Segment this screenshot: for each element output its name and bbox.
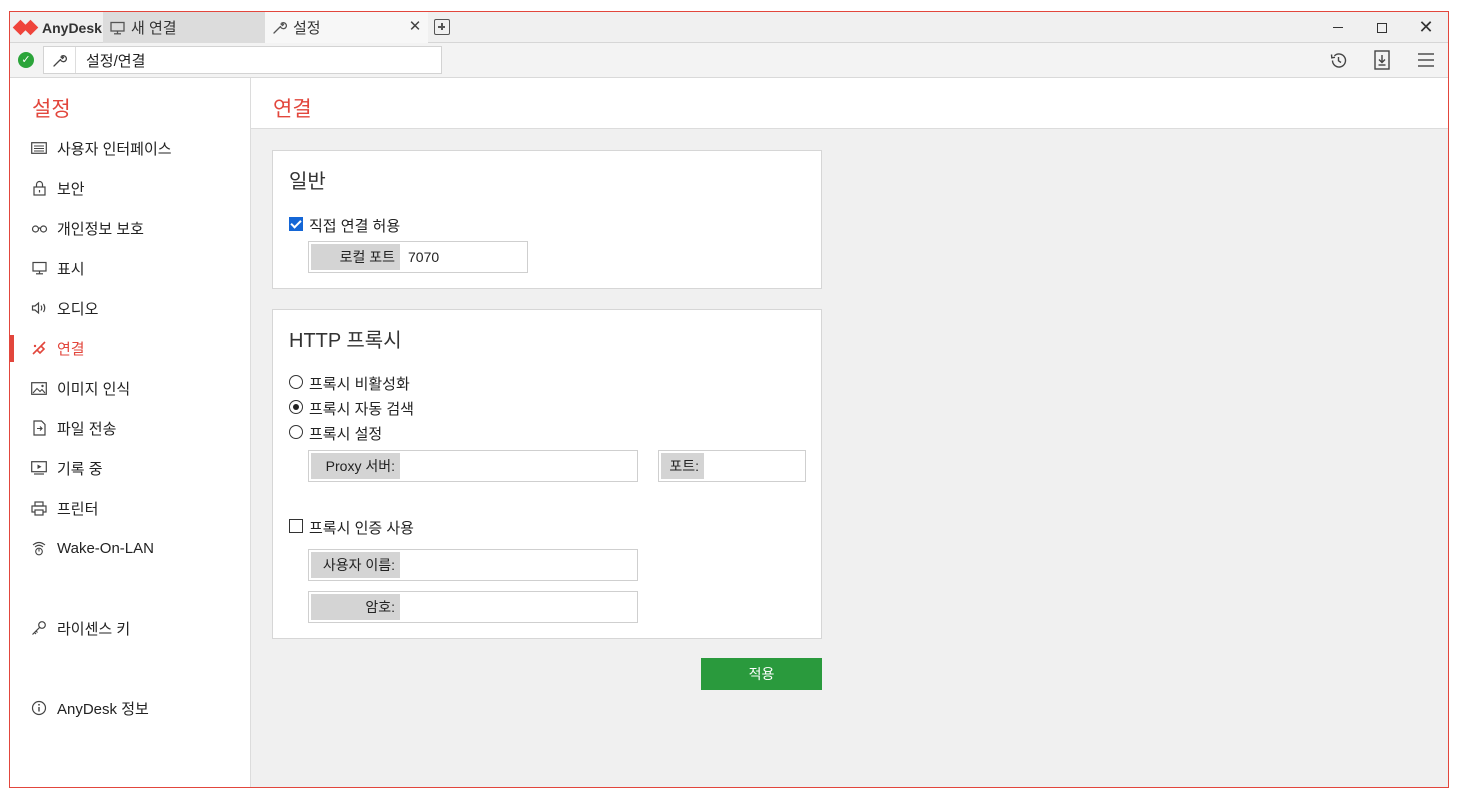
sidebar-item-license-key[interactable]: 라이센스 키 <box>10 613 250 643</box>
username-field[interactable]: 사용자 이름: <box>308 549 638 581</box>
sidebar-item-about[interactable]: AnyDesk 정보 <box>10 693 250 723</box>
image-icon <box>30 379 48 397</box>
proxy-auto-detect-label: 프록시 자동 검색 <box>309 401 414 418</box>
wrench-icon <box>44 47 76 73</box>
settings-sidebar: 설정 사용자 인터페이스 보안 개인정보 보호 표시 오디오 연결 이미지 인식 <box>10 78 251 787</box>
maximize-icon <box>1377 22 1387 33</box>
tab-label: 설정 <box>293 20 321 37</box>
speaker-icon <box>30 299 48 317</box>
add-tab-icon[interactable] <box>434 19 450 35</box>
proxy-server-field[interactable]: Proxy 서버: <box>308 450 638 482</box>
sidebar-title: 설정 <box>32 98 71 121</box>
sidebar-item-wake-on-lan[interactable]: Wake-On-LAN <box>10 533 250 563</box>
sidebar-item-label: 오디오 <box>57 300 99 318</box>
proxy-disabled-label: 프록시 비활성화 <box>309 376 410 393</box>
close-window-button[interactable]: ✕ <box>1404 12 1448 43</box>
sidebar-item-label: 연결 <box>57 340 85 358</box>
proxy-port-label: 포트: <box>661 453 704 479</box>
address-input[interactable]: 설정/연결 <box>43 46 442 74</box>
tab-label: 새 연결 <box>131 20 177 37</box>
lock-icon <box>30 179 48 197</box>
proxy-server-label: Proxy 서버: <box>311 453 400 479</box>
address-bar: ✓ 설정/연결 <box>10 43 1448 78</box>
sidebar-item-image-recognition[interactable]: 이미지 인식 <box>10 373 250 403</box>
monitor-icon <box>109 20 125 36</box>
sidebar-item-recording[interactable]: 기록 중 <box>10 453 250 483</box>
glasses-icon <box>30 219 48 237</box>
sidebar-item-label: 이미지 인식 <box>57 380 131 398</box>
anydesk-logo-icon <box>12 18 40 38</box>
sidebar-item-label: 사용자 인터페이스 <box>57 140 172 158</box>
general-title: 일반 <box>289 171 326 193</box>
proxy-auth-label: 프록시 인증 사용 <box>309 520 414 537</box>
direct-connection-checkbox[interactable] <box>289 217 303 231</box>
proxy-title: HTTP 프록시 <box>289 330 402 352</box>
info-icon <box>30 699 48 717</box>
file-transfer-icon <box>30 419 48 437</box>
local-port-field[interactable]: 로컬 포트 7070 <box>308 241 528 273</box>
anydesk-window: AnyDesk 새 연결 설정 ✕ ✕ ✓ 설정/연결 설정 사용자 인터페이스… <box>9 11 1449 788</box>
sidebar-item-security[interactable]: 보안 <box>10 173 250 203</box>
tab-settings[interactable]: 설정 ✕ <box>265 12 428 43</box>
settings-content: 연결 일반 직접 연결 허용 로컬 포트 7070 HTTP 프록시 프록시 비… <box>251 78 1448 787</box>
page-title: 연결 <box>273 98 312 121</box>
app-brand: AnyDesk <box>12 12 102 43</box>
title-bar: AnyDesk 새 연결 설정 ✕ ✕ <box>10 12 1448 43</box>
proxy-port-field[interactable]: 포트: <box>658 450 806 482</box>
minimize-button[interactable] <box>1316 12 1360 43</box>
sidebar-item-label: Wake-On-LAN <box>57 539 154 557</box>
sidebar-item-label: 개인정보 보호 <box>57 220 144 238</box>
local-port-value: 7070 <box>408 249 440 265</box>
connection-icon <box>30 339 48 357</box>
sidebar-item-printer[interactable]: 프린터 <box>10 493 250 523</box>
apply-button[interactable]: 적용 <box>701 658 822 690</box>
proxy-auto-detect-radio[interactable] <box>289 400 303 414</box>
password-label: 암호: <box>311 594 400 620</box>
download-icon[interactable] <box>1372 50 1392 70</box>
menu-icon[interactable] <box>1416 50 1436 70</box>
sidebar-item-label: 표시 <box>57 260 85 278</box>
http-proxy-panel: HTTP 프록시 프록시 비활성화 프록시 자동 검색 프록시 설정 Proxy… <box>272 309 822 639</box>
tab-new-connection[interactable]: 새 연결 <box>103 12 265 43</box>
proxy-manual-radio[interactable] <box>289 425 303 439</box>
content-header: 연결 <box>251 78 1448 129</box>
address-path: 설정/연결 <box>86 52 146 70</box>
proxy-auth-checkbox[interactable] <box>289 519 303 533</box>
printer-icon <box>30 499 48 517</box>
keyboard-icon <box>30 139 48 157</box>
history-icon[interactable] <box>1328 50 1348 70</box>
general-panel: 일반 직접 연결 허용 로컬 포트 7070 <box>272 150 822 289</box>
proxy-disabled-radio[interactable] <box>289 375 303 389</box>
close-tab-icon[interactable]: ✕ <box>408 19 422 35</box>
sidebar-item-connection[interactable]: 연결 <box>10 333 250 363</box>
username-label: 사용자 이름: <box>311 552 400 578</box>
local-port-label: 로컬 포트 <box>311 244 400 270</box>
sidebar-item-audio[interactable]: 오디오 <box>10 293 250 323</box>
wrench-icon <box>271 20 287 36</box>
monitor-icon <box>30 259 48 277</box>
proxy-manual-label: 프록시 설정 <box>309 426 383 443</box>
key-icon <box>30 619 48 637</box>
password-field[interactable]: 암호: <box>308 591 638 623</box>
status-check-icon: ✓ <box>18 52 34 68</box>
maximize-button[interactable] <box>1360 12 1404 43</box>
sidebar-item-label: 파일 전송 <box>57 420 117 438</box>
sidebar-item-label: AnyDesk 정보 <box>57 700 149 718</box>
sidebar-item-label: 보안 <box>57 180 85 198</box>
direct-connection-label: 직접 연결 허용 <box>309 218 401 235</box>
sidebar-item-user-interface[interactable]: 사용자 인터페이스 <box>10 133 250 163</box>
sidebar-item-display[interactable]: 표시 <box>10 253 250 283</box>
recording-icon <box>30 459 48 477</box>
sidebar-item-label: 기록 중 <box>57 460 103 478</box>
app-name: AnyDesk <box>42 19 102 36</box>
sidebar-item-label: 프린터 <box>57 500 99 518</box>
minimize-icon <box>1333 27 1343 28</box>
sidebar-item-privacy[interactable]: 개인정보 보호 <box>10 213 250 243</box>
wake-on-lan-icon <box>30 539 48 557</box>
sidebar-item-file-transfer[interactable]: 파일 전송 <box>10 413 250 443</box>
sidebar-item-label: 라이센스 키 <box>57 620 131 638</box>
